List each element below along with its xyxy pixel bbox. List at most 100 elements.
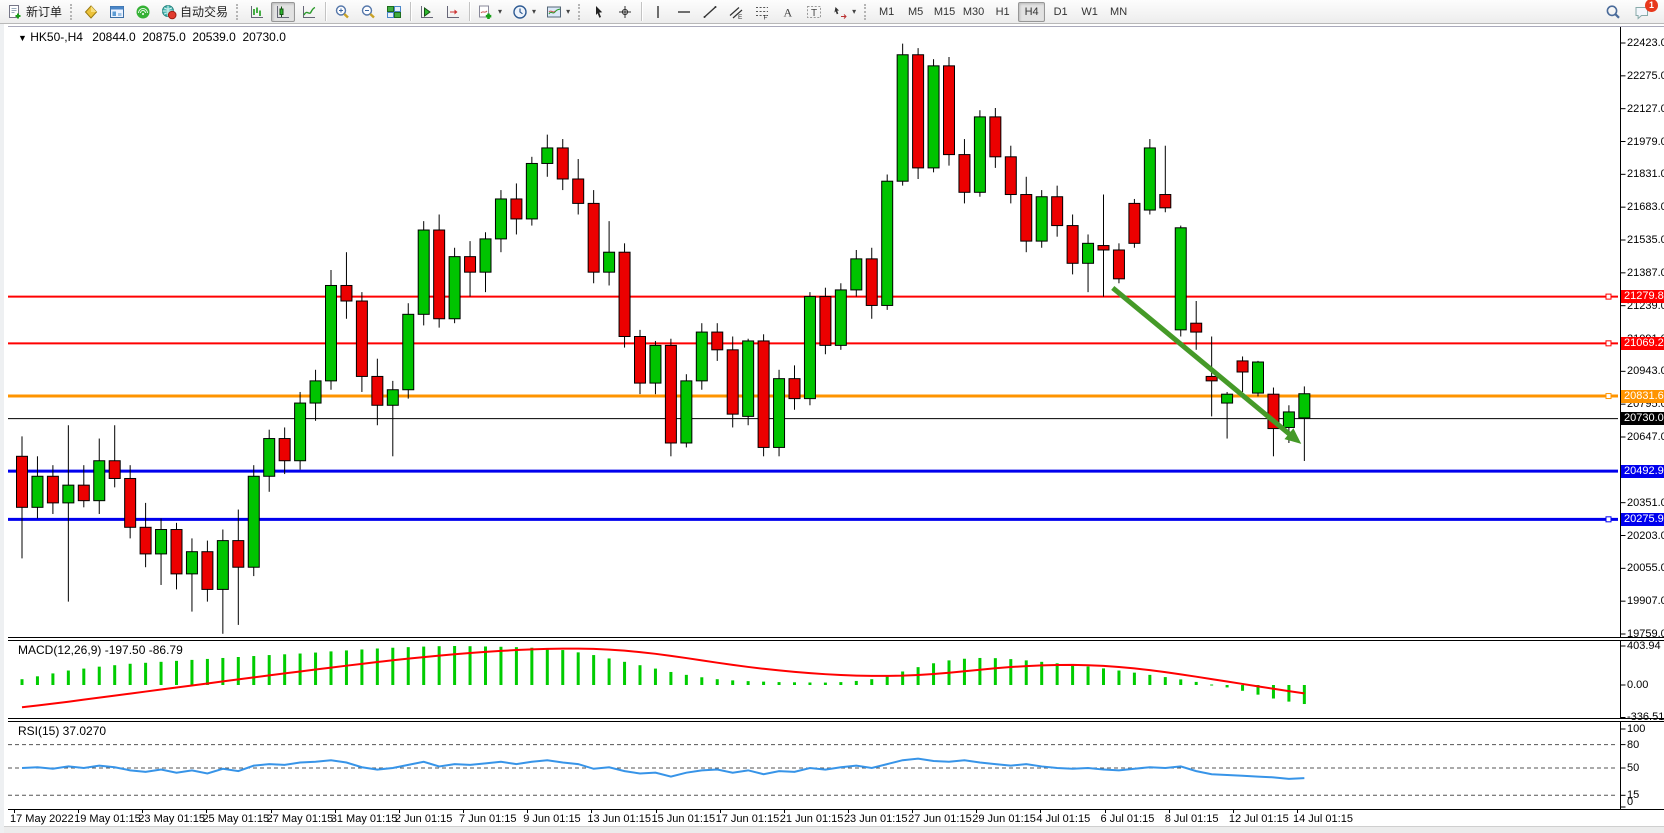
- macd-panel[interactable]: MACD(12,26,9) -197.50 -86.79 403.940.00-…: [8, 640, 1664, 719]
- collapse-arrow-icon[interactable]: ▼: [18, 33, 27, 43]
- templates-button[interactable]: ▾: [542, 2, 574, 22]
- candle: [63, 485, 74, 503]
- timeframe-m1-button[interactable]: M1: [873, 2, 900, 22]
- toolbar-grip[interactable]: [578, 4, 582, 20]
- equidistant-channel-button[interactable]: E: [724, 2, 748, 22]
- date-label: 17 Jun 01:15: [716, 813, 780, 825]
- terminal-button[interactable]: [105, 2, 129, 22]
- crosshair-button[interactable]: [613, 2, 637, 22]
- signals-button[interactable]: [131, 2, 155, 22]
- vertical-line-button[interactable]: [646, 2, 670, 22]
- candle: [233, 541, 244, 568]
- timeframe-m15-button[interactable]: M15: [931, 2, 958, 22]
- price-chart-panel[interactable]: ▼ HK50-,H4 20844.0 20875.0 20539.0 20730…: [8, 26, 1664, 638]
- timeframe-d1-button[interactable]: D1: [1047, 2, 1074, 22]
- candle: [851, 259, 862, 290]
- zoom-out-icon: [360, 4, 376, 20]
- periods-button[interactable]: ▾: [508, 2, 540, 22]
- templates-dropdown-icon[interactable]: ▾: [566, 7, 570, 16]
- cursor-button[interactable]: [587, 2, 611, 22]
- timeframe-h4-button[interactable]: H4: [1018, 2, 1045, 22]
- market-watch-button[interactable]: [79, 2, 103, 22]
- time-axis[interactable]: 17 May 202219 May 01:1523 May 01:1525 Ma…: [8, 810, 1664, 826]
- trendline-button[interactable]: [698, 2, 722, 22]
- candle: [1237, 361, 1248, 372]
- date-label: 29 Jun 01:15: [972, 813, 1036, 825]
- candle: [372, 376, 383, 405]
- arrow-shapes-button[interactable]: ▾: [828, 2, 860, 22]
- fibonacci-button[interactable]: F: [750, 2, 774, 22]
- arrow-shapes-dropdown-icon[interactable]: ▾: [852, 7, 856, 16]
- toolbar-grip[interactable]: [864, 4, 868, 20]
- level-handle[interactable]: [1606, 341, 1611, 346]
- auto-scroll-button[interactable]: [415, 2, 439, 22]
- indicators-button[interactable]: ▾: [474, 2, 506, 22]
- candle: [1206, 376, 1217, 380]
- candle: [1129, 203, 1140, 243]
- level-handle[interactable]: [1606, 517, 1611, 522]
- candle: [758, 341, 769, 447]
- new-order-button[interactable]: 新订单: [3, 2, 66, 22]
- rsi-panel[interactable]: RSI(15) 37.0270 1008050150: [8, 721, 1664, 810]
- candles-chart-icon: [275, 4, 291, 20]
- indicators-dropdown-icon[interactable]: ▾: [498, 7, 502, 16]
- bar-open: 20844.0: [92, 30, 135, 44]
- timeframe-w1-button[interactable]: W1: [1076, 2, 1103, 22]
- label-t-icon: T: [806, 4, 822, 20]
- doc-plus-icon: [7, 4, 23, 20]
- crosshair-icon: [617, 4, 633, 20]
- timeframe-mn-button[interactable]: MN: [1105, 2, 1132, 22]
- text-button[interactable]: A: [776, 2, 800, 22]
- search-icon: [1605, 4, 1621, 20]
- level-handle[interactable]: [1606, 394, 1611, 399]
- date-label: 23 Jun 01:15: [844, 813, 908, 825]
- level-handle[interactable]: [1606, 294, 1611, 299]
- notification-badge: 1: [1645, 0, 1658, 12]
- trendline-icon: [702, 4, 718, 20]
- candle: [526, 163, 537, 218]
- bar-chart-mode-button[interactable]: [245, 2, 269, 22]
- chart-window: ▼ HK50-,H4 20844.0 20875.0 20539.0 20730…: [0, 24, 1664, 833]
- price-level-label: 21279.8: [1621, 290, 1664, 303]
- candle: [171, 530, 182, 574]
- timeframe-m5-button[interactable]: M5: [902, 2, 929, 22]
- candle: [913, 55, 924, 168]
- auto-trading-button[interactable]: 自动交易: [157, 2, 232, 22]
- candle: [465, 257, 476, 273]
- macd-chart[interactable]: [8, 641, 1664, 718]
- candle: [387, 390, 398, 406]
- price-axis-tick: 20203.0: [1627, 530, 1664, 542]
- trend-arrow-annotation[interactable]: [1113, 288, 1295, 439]
- date-label: 27 May 01:15: [267, 813, 334, 825]
- toolbar-grip[interactable]: [70, 4, 74, 20]
- chart-shift-button[interactable]: [441, 2, 465, 22]
- line-chart-mode-button[interactable]: [297, 2, 321, 22]
- text-label-button[interactable]: T: [802, 2, 826, 22]
- timeframe-m30-button[interactable]: M30: [960, 2, 987, 22]
- date-label: 13 Jun 01:15: [587, 813, 651, 825]
- rsi-chart[interactable]: [8, 722, 1664, 809]
- price-axis-tick: 20943.0: [1627, 365, 1664, 377]
- timeframe-h1-button[interactable]: H1: [989, 2, 1016, 22]
- price-axis-tick: 19907.0: [1627, 595, 1664, 607]
- candle: [990, 117, 1001, 157]
- search-button[interactable]: [1601, 2, 1625, 22]
- add-indicator-icon: [478, 4, 494, 20]
- tile-windows-button[interactable]: [382, 2, 406, 22]
- toolbar-separator: [469, 2, 470, 21]
- date-label: 23 May 01:15: [138, 813, 205, 825]
- candlestick-mode-button[interactable]: [271, 2, 295, 22]
- main-toolbar: 新订单 自动交易 ▾ ▾ ▾ EFAT ▾ M1M5M15M30H1H4D1W1MN 1: [0, 0, 1664, 24]
- zoom-out-button[interactable]: [356, 2, 380, 22]
- notifications-button[interactable]: 1: [1630, 2, 1654, 22]
- candle: [1067, 226, 1078, 264]
- price-axis-tick: 20647.0: [1627, 431, 1664, 443]
- periods-dropdown-icon[interactable]: ▾: [532, 7, 536, 16]
- horizontal-line-button[interactable]: [672, 2, 696, 22]
- toolbar-grip[interactable]: [236, 4, 240, 20]
- date-label: 31 May 01:15: [331, 813, 398, 825]
- fibo-icon: F: [754, 4, 770, 20]
- zoom-in-button[interactable]: [330, 2, 354, 22]
- candle: [743, 341, 754, 416]
- candlestick-chart[interactable]: [8, 27, 1664, 637]
